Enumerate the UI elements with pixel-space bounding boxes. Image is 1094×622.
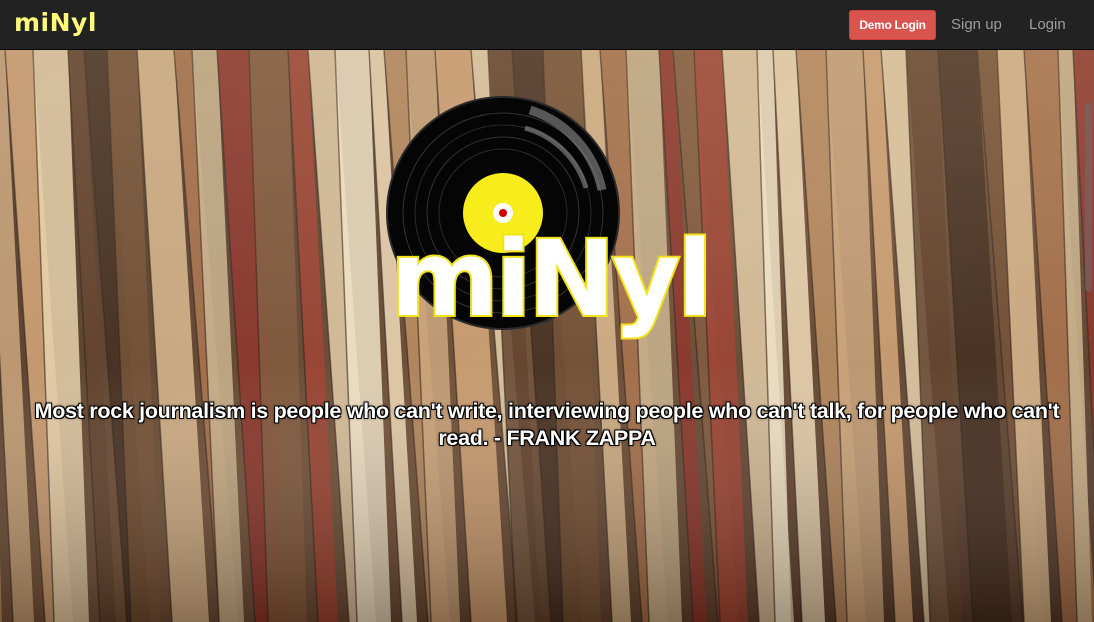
signup-link[interactable]: Sign up (951, 16, 1002, 34)
hero-quote: Most rock journalism is people who can't… (34, 399, 1060, 450)
brand-logo-link[interactable]: miNyl (14, 7, 97, 39)
top-navbar: miNyl Demo Login Sign up Login (0, 0, 1094, 50)
hero-logo-text: miNyl (390, 218, 710, 340)
page-scrollbar[interactable] (1085, 102, 1092, 292)
demo-login-button[interactable]: Demo Login (849, 10, 936, 40)
minyl-hero-logo: miNyl (386, 96, 715, 342)
login-link[interactable]: Login (1029, 16, 1066, 34)
